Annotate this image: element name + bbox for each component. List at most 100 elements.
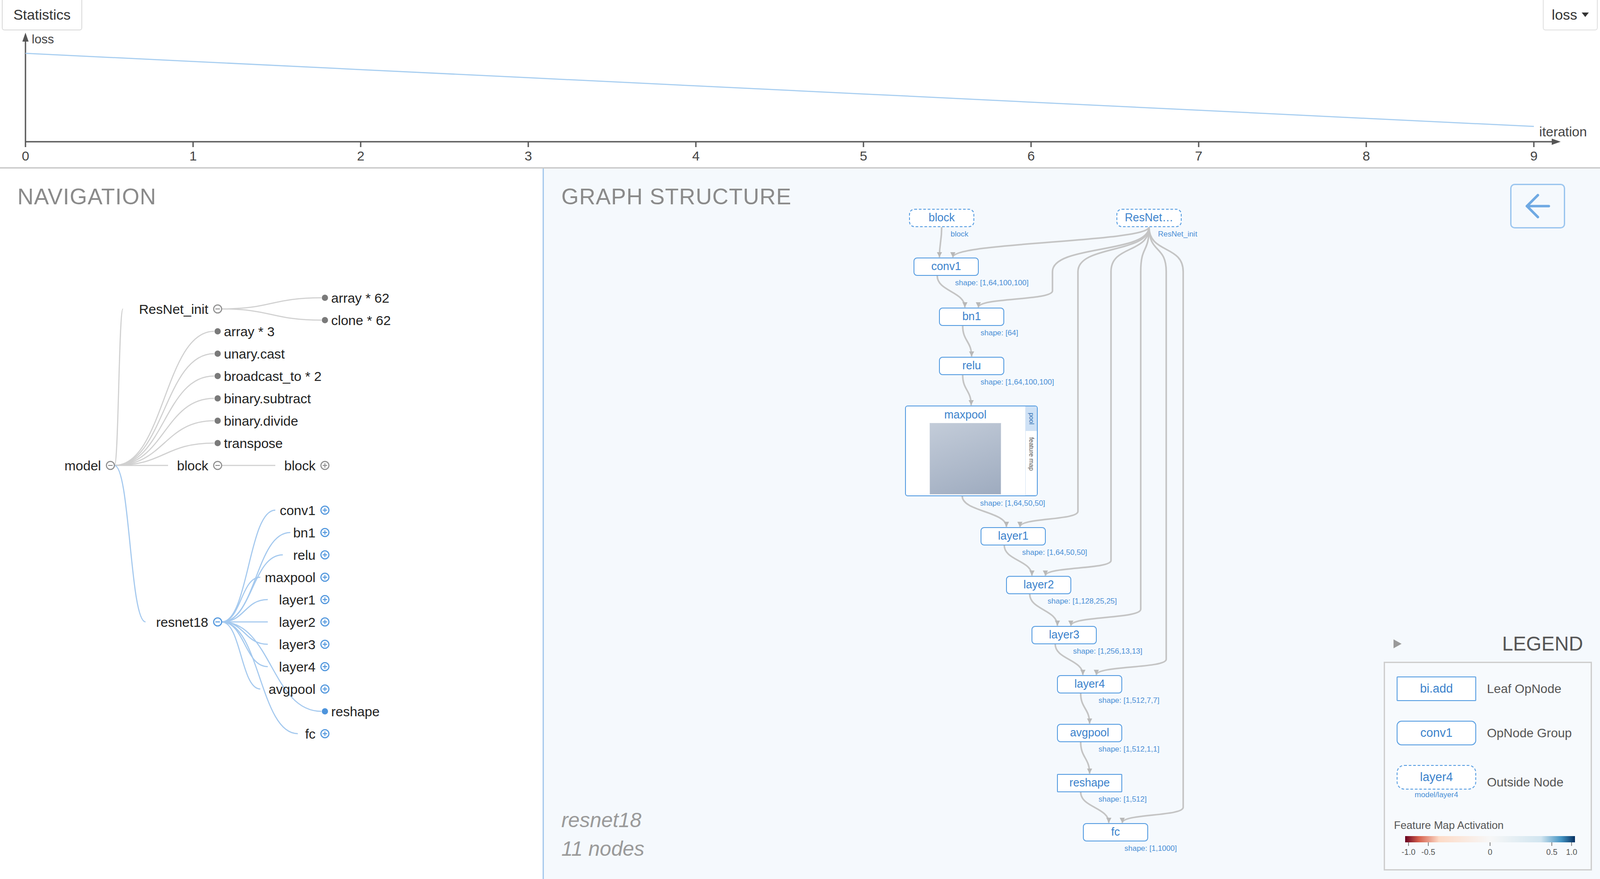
tree-leaf-label[interactable]: reshape bbox=[331, 703, 380, 719]
group-node[interactable]: conv1 bbox=[913, 257, 979, 276]
tree-node-label[interactable]: layer1 bbox=[278, 592, 316, 607]
tree-leaf[interactable]: transpose bbox=[214, 435, 283, 451]
collapse-icon[interactable] bbox=[106, 461, 115, 470]
statistics-tab[interactable]: Statistics bbox=[1, 0, 83, 31]
collapse-icon[interactable] bbox=[213, 461, 222, 470]
expand-icon[interactable] bbox=[320, 595, 329, 604]
tree-node[interactable]: block bbox=[176, 458, 222, 473]
metric-dropdown[interactable]: loss bbox=[1542, 0, 1598, 31]
group-node[interactable]: layer2 bbox=[1006, 575, 1072, 594]
collapse-triangle-icon[interactable] bbox=[1392, 638, 1403, 649]
tree-node[interactable]: model bbox=[64, 458, 115, 473]
outside-node[interactable]: block bbox=[909, 208, 975, 228]
tree-node-label[interactable]: conv1 bbox=[279, 502, 316, 518]
expand-icon[interactable] bbox=[320, 662, 329, 671]
tree-node[interactable]: ResNet_init bbox=[138, 301, 222, 317]
tree-node[interactable]: fc bbox=[305, 726, 329, 742]
activation-tick: -1.0 bbox=[1401, 842, 1416, 857]
x-tick: 0 bbox=[21, 141, 30, 164]
tree-node[interactable]: layer3 bbox=[278, 636, 329, 652]
group-node[interactable]: layer3 bbox=[1031, 625, 1097, 645]
expand-icon[interactable] bbox=[320, 461, 329, 470]
shape-label: shape: [1,1000] bbox=[1124, 843, 1177, 853]
leaf-node[interactable]: reshape bbox=[1056, 773, 1123, 792]
tree-leaf[interactable]: binary.divide bbox=[214, 413, 299, 429]
tree-leaf[interactable]: clone * 62 bbox=[321, 312, 391, 328]
tree-leaf-label[interactable]: clone * 62 bbox=[331, 312, 391, 328]
tree-node[interactable]: layer1 bbox=[278, 592, 329, 607]
tree-node[interactable]: resnet18 bbox=[155, 614, 222, 630]
tree-leaf[interactable]: array * 3 bbox=[214, 324, 275, 339]
expand-icon[interactable] bbox=[320, 729, 329, 738]
tree-leaf-label[interactable]: array * 62 bbox=[331, 290, 390, 306]
expand-icon[interactable] bbox=[320, 505, 329, 514]
collapse-icon[interactable] bbox=[213, 617, 222, 626]
svg-text:0: 0 bbox=[1487, 847, 1493, 857]
expand-icon[interactable] bbox=[320, 684, 329, 693]
tree-node[interactable]: relu bbox=[293, 547, 329, 563]
group-node[interactable]: avgpool bbox=[1056, 723, 1123, 742]
tree-node[interactable]: layer2 bbox=[278, 614, 329, 630]
expand-icon[interactable] bbox=[320, 550, 329, 559]
tree-node-label[interactable]: layer4 bbox=[278, 659, 316, 674]
expand-icon[interactable] bbox=[320, 528, 329, 537]
tree-node[interactable]: conv1 bbox=[279, 502, 329, 518]
group-node[interactable]: bn1 bbox=[938, 307, 1005, 326]
tree-node-label[interactable]: bn1 bbox=[293, 525, 316, 540]
loss-line-segment bbox=[863, 93, 1032, 102]
svg-text:5: 5 bbox=[859, 148, 868, 164]
tree-leaf-label[interactable]: broadcast_to * 2 bbox=[223, 368, 322, 384]
tree-node-label[interactable]: block bbox=[284, 458, 316, 473]
tree-leaf-label[interactable]: binary.divide bbox=[223, 413, 299, 429]
tree-leaf[interactable]: binary.subtract bbox=[214, 391, 312, 406]
tree-node[interactable]: avgpool bbox=[268, 681, 329, 697]
statistics-panel: Statisticslosslossiteration0123456789 bbox=[0, 0, 1600, 169]
tree-node-label[interactable]: block bbox=[176, 458, 209, 473]
tree-node-label[interactable]: relu bbox=[293, 547, 316, 563]
feature-tab[interactable]: feature map bbox=[1025, 430, 1037, 496]
tree-leaf-label[interactable]: transpose bbox=[223, 435, 283, 451]
tree-leaf-label[interactable]: unary.cast bbox=[223, 346, 286, 362]
tree-node-label[interactable]: layer3 bbox=[278, 636, 316, 652]
expand-icon[interactable] bbox=[320, 640, 329, 649]
graph-edge bbox=[952, 227, 1150, 258]
shape-label: shape: [1,256,13,13] bbox=[1073, 646, 1143, 656]
tree-leaf[interactable]: array * 62 bbox=[321, 290, 390, 306]
svg-text:6: 6 bbox=[1027, 148, 1036, 164]
group-node[interactable]: fc bbox=[1082, 822, 1149, 842]
leaf-dot-icon bbox=[321, 316, 329, 324]
leaf-dot-icon bbox=[321, 294, 329, 301]
tree-node-label[interactable]: maxpool bbox=[265, 569, 316, 585]
tree-node[interactable]: layer4 bbox=[278, 659, 329, 674]
tree-node[interactable]: maxpool bbox=[265, 569, 329, 585]
feature-node[interactable]: maxpool poolfeature map bbox=[905, 405, 1038, 497]
tree-node-label[interactable]: fc bbox=[305, 726, 316, 742]
feature-tabs: poolfeature map bbox=[1025, 406, 1037, 496]
back-button[interactable] bbox=[1510, 183, 1566, 229]
expand-icon[interactable] bbox=[320, 617, 329, 626]
tree-node-label[interactable]: ResNet_init bbox=[138, 301, 209, 317]
tree-leaf[interactable]: broadcast_to * 2 bbox=[214, 368, 322, 384]
group-node[interactable]: relu bbox=[938, 356, 1005, 375]
leaf-dot-icon bbox=[214, 328, 221, 335]
feature-tab[interactable]: pool bbox=[1025, 406, 1037, 431]
tree-leaf-label[interactable]: array * 3 bbox=[223, 324, 275, 339]
tree-node-label[interactable]: avgpool bbox=[268, 681, 316, 697]
tree-leaf[interactable]: reshape bbox=[321, 703, 380, 719]
group-node[interactable]: layer1 bbox=[980, 526, 1046, 546]
tree-link bbox=[221, 599, 268, 622]
expand-icon[interactable] bbox=[320, 572, 329, 582]
feature-node-title: maxpool bbox=[944, 408, 987, 421]
activation-tick: 1.0 bbox=[1566, 842, 1578, 857]
tree-node-label[interactable]: layer2 bbox=[278, 614, 316, 630]
group-node[interactable]: layer4 bbox=[1056, 674, 1123, 694]
collapse-icon[interactable] bbox=[213, 304, 222, 313]
tree-leaf[interactable]: unary.cast bbox=[214, 346, 286, 362]
tree-node[interactable]: bn1 bbox=[293, 525, 329, 540]
tree-node-label[interactable]: resnet18 bbox=[155, 614, 209, 630]
tree-node-label[interactable]: model bbox=[64, 458, 102, 473]
tree-node[interactable]: block bbox=[284, 458, 329, 473]
svg-text:8: 8 bbox=[1362, 148, 1371, 164]
tree-leaf-label[interactable]: binary.subtract bbox=[223, 391, 312, 406]
outside-node[interactable]: ResNet… bbox=[1116, 208, 1182, 228]
